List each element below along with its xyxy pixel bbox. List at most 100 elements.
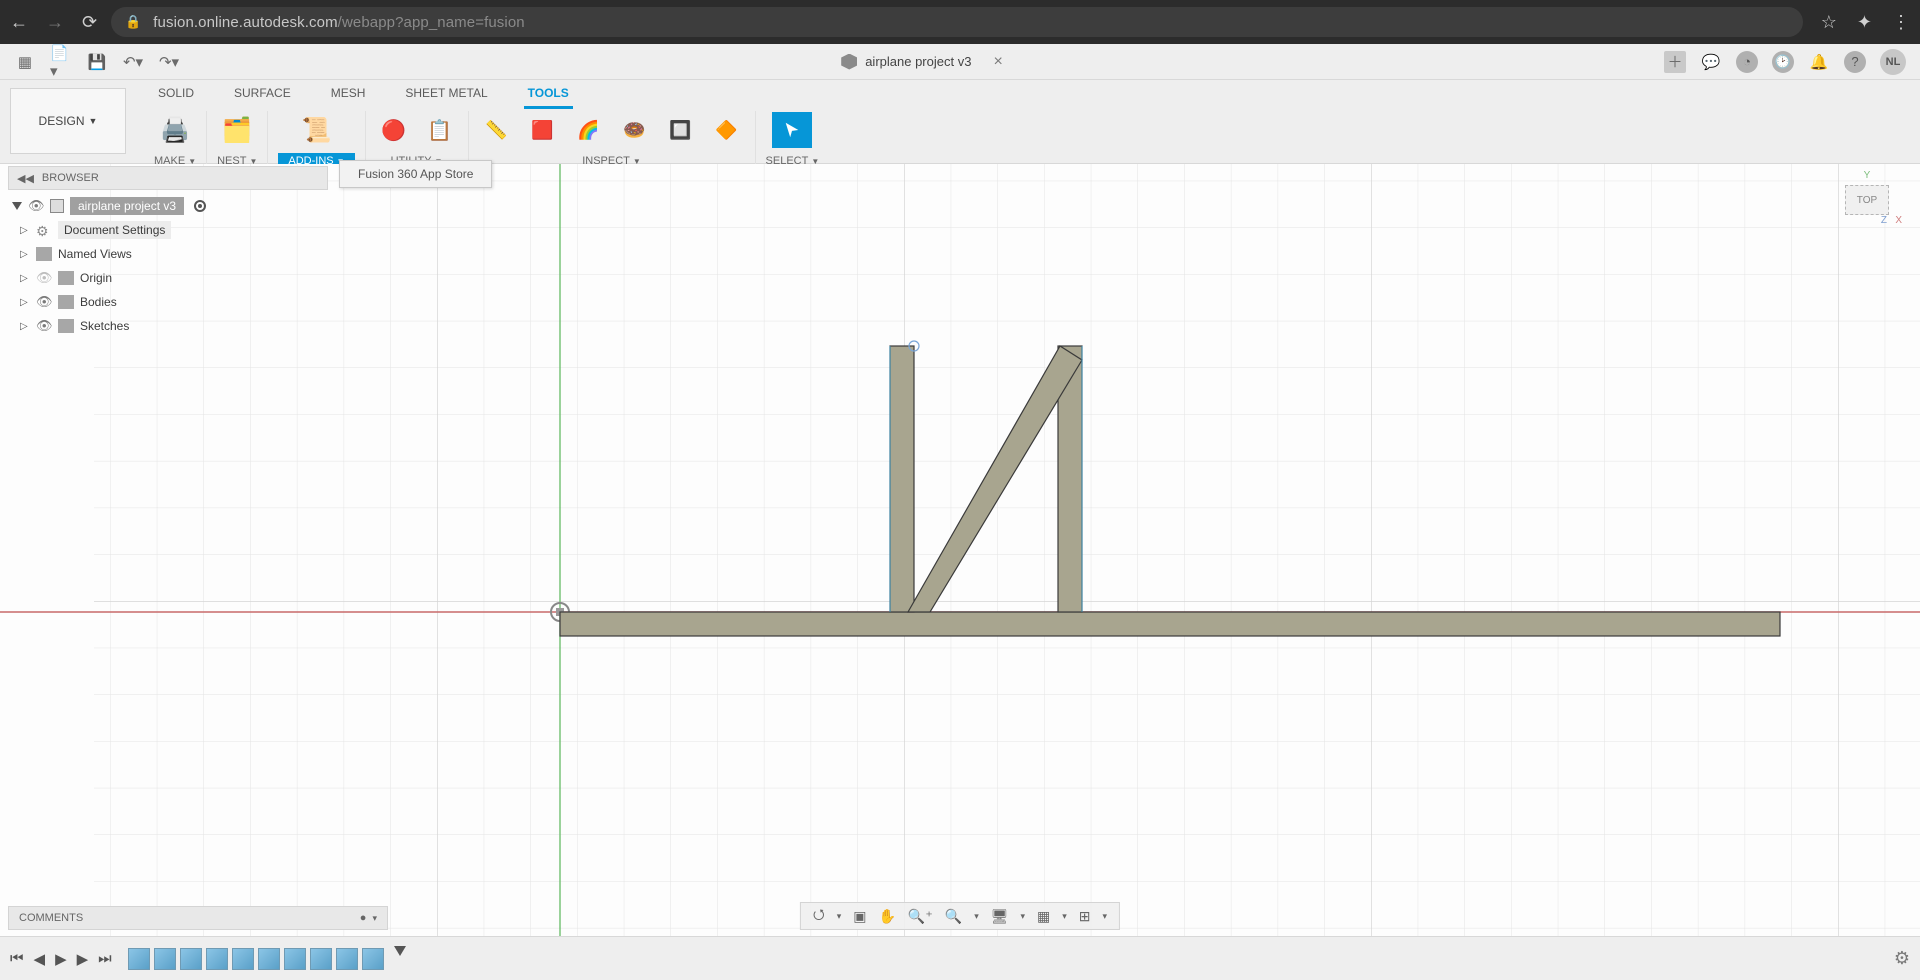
grid-settings-icon[interactable]: ▦	[1037, 908, 1050, 925]
expand-icon[interactable]: ▷	[20, 249, 30, 260]
timeline-step-fwd-icon[interactable]: ▶	[77, 950, 89, 968]
select-tool-icon[interactable]	[772, 112, 812, 148]
job-status-icon[interactable]: 🕑	[1772, 51, 1794, 73]
timeline-step[interactable]	[180, 948, 202, 970]
tree-root[interactable]: 👁 airplane project v3	[8, 194, 328, 218]
utility-icon-2[interactable]: 📋	[422, 112, 458, 148]
tab-mesh[interactable]: MESH	[327, 84, 370, 109]
workspace-menu[interactable]: DESIGN▼	[10, 88, 126, 154]
folder-icon	[58, 271, 74, 285]
timeline-step[interactable]	[336, 948, 358, 970]
user-avatar[interactable]: NL	[1880, 49, 1906, 75]
scripts-icon[interactable]: 📜	[298, 112, 334, 148]
timeline-step[interactable]	[284, 948, 306, 970]
center-mass-icon[interactable]: 🔶	[709, 112, 745, 148]
tree-item-origin[interactable]: ▷ 👁 Origin	[8, 266, 328, 290]
tab-surface[interactable]: SURFACE	[230, 84, 295, 109]
curvature-icon[interactable]: 🌈	[571, 112, 607, 148]
zebra-icon[interactable]: 🍩	[617, 112, 653, 148]
extensions-round-icon[interactable]: ◔	[1736, 51, 1758, 73]
close-tab-icon[interactable]: ×	[993, 53, 1002, 71]
forward-icon[interactable]: →	[46, 12, 64, 33]
visibility-icon[interactable]: 👁	[36, 294, 52, 310]
timeline-end-icon[interactable]: ⏭	[98, 950, 112, 968]
reload-icon[interactable]: ⟳	[82, 12, 97, 33]
timeline-step-back-icon[interactable]: ◀	[34, 950, 46, 968]
document-tab[interactable]: airplane project v3 ×	[841, 53, 1003, 71]
timeline-start-icon[interactable]: ⏮	[10, 950, 24, 968]
browser-header[interactable]: ◀◀ BROWSER	[8, 166, 328, 190]
zoom-icon[interactable]: 🔍⁺	[908, 908, 933, 925]
collapse-browser-icon[interactable]: ◀◀	[17, 172, 34, 185]
add-comment-icon[interactable]: ●	[360, 912, 367, 924]
timeline-step[interactable]	[310, 948, 332, 970]
orbit-icon[interactable]: ⭯	[813, 904, 825, 928]
doc-cube-icon	[841, 54, 857, 70]
tab-sheet-metal[interactable]: SHEET METAL	[401, 84, 491, 109]
tree-label: Named Views	[58, 247, 132, 261]
print-3d-icon[interactable]: 🖨️	[157, 112, 193, 148]
visibility-icon[interactable]: 👁	[36, 270, 52, 286]
undo-icon[interactable]: ↶▾	[122, 51, 144, 73]
measure-icon[interactable]: 📏	[479, 112, 515, 148]
redo-icon[interactable]: ↷▾	[158, 51, 180, 73]
visibility-icon[interactable]: 👁	[28, 198, 44, 214]
timeline-step[interactable]	[232, 948, 254, 970]
extensions-icon[interactable]: ✦	[1857, 12, 1872, 33]
tree-item-named-views[interactable]: ▷ Named Views	[8, 242, 328, 266]
tab-tools[interactable]: TOOLS	[524, 84, 573, 109]
view-cube[interactable]: Y TOP Z X	[1832, 170, 1902, 230]
nest-icon[interactable]: 🗂️	[219, 112, 255, 148]
timeline-step[interactable]	[154, 948, 176, 970]
tab-solid[interactable]: SOLID	[154, 84, 198, 109]
activate-radio[interactable]	[194, 200, 206, 212]
timeline-step[interactable]	[128, 948, 150, 970]
help-icon[interactable]: ?	[1844, 51, 1866, 73]
display-settings-icon[interactable]: 🖥	[991, 908, 1009, 925]
tree-item-sketches[interactable]: ▷ 👁 Sketches	[8, 314, 328, 338]
pan-icon[interactable]: ✋	[878, 908, 895, 925]
main-area: ◀◀ BROWSER 👁 airplane project v3 ▷ ⚙ Doc…	[0, 164, 1920, 936]
interference-icon[interactable]: 🟥	[525, 112, 561, 148]
comments-bar[interactable]: COMMENTS ● ▾	[8, 906, 388, 930]
ribbon-tabs: SOLID SURFACE MESH SHEET METAL TOOLS	[136, 80, 829, 111]
root-name: airplane project v3	[70, 197, 184, 215]
timeline-settings-icon[interactable]: ⚙	[1894, 948, 1910, 969]
addins-tooltip: Fusion 360 App Store	[339, 160, 492, 188]
timeline-step[interactable]	[206, 948, 228, 970]
expand-icon[interactable]: ▷	[20, 297, 30, 308]
look-at-icon[interactable]: ▣	[853, 908, 866, 925]
axes-indicator: Y	[1864, 170, 1871, 181]
notifications-icon[interactable]: 🔔	[1808, 51, 1830, 73]
save-icon[interactable]: 💾	[86, 51, 108, 73]
data-panel-icon[interactable]: ▦	[14, 51, 36, 73]
tree-item-bodies[interactable]: ▷ 👁 Bodies	[8, 290, 328, 314]
fit-icon[interactable]: 🔍	[945, 908, 962, 925]
utility-icon-1[interactable]: 🔴	[376, 112, 412, 148]
expand-icon[interactable]: ▷	[20, 321, 30, 332]
folder-icon	[36, 247, 52, 261]
timeline-marker[interactable]	[394, 946, 404, 972]
back-icon[interactable]: ←	[10, 12, 28, 33]
expand-icon[interactable]: ▷	[20, 225, 30, 236]
expand-icon[interactable]	[12, 202, 22, 210]
viewport-icon[interactable]: ⊞	[1079, 908, 1091, 925]
chat-icon[interactable]: 💬	[1700, 51, 1722, 73]
new-tab-icon[interactable]: ＋	[1664, 51, 1686, 73]
kebab-icon[interactable]: ⋮	[1892, 12, 1910, 33]
comments-chevron-icon[interactable]: ▾	[372, 913, 377, 923]
lock-icon: 🔒	[125, 14, 141, 30]
tree-item-document-settings[interactable]: ▷ ⚙ Document Settings	[8, 218, 328, 242]
expand-icon[interactable]: ▷	[20, 273, 30, 284]
timeline-play-icon[interactable]: ▶	[55, 950, 67, 968]
timeline-step[interactable]	[362, 948, 384, 970]
visibility-icon[interactable]: 👁	[36, 318, 52, 334]
view-cube-face[interactable]: TOP	[1845, 185, 1889, 215]
timeline-step[interactable]	[258, 948, 280, 970]
ribbon: DESIGN▼ SOLID SURFACE MESH SHEET METAL T…	[0, 80, 1920, 164]
star-icon[interactable]: ☆	[1821, 12, 1837, 33]
file-menu-icon[interactable]: 📄▾	[50, 51, 72, 73]
section-icon[interactable]: 🔲	[663, 112, 699, 148]
omnibox[interactable]: 🔒 fusion.online.autodesk.com/webapp?app_…	[111, 7, 1803, 37]
group-nest: 🗂️ NEST▼	[207, 111, 268, 169]
